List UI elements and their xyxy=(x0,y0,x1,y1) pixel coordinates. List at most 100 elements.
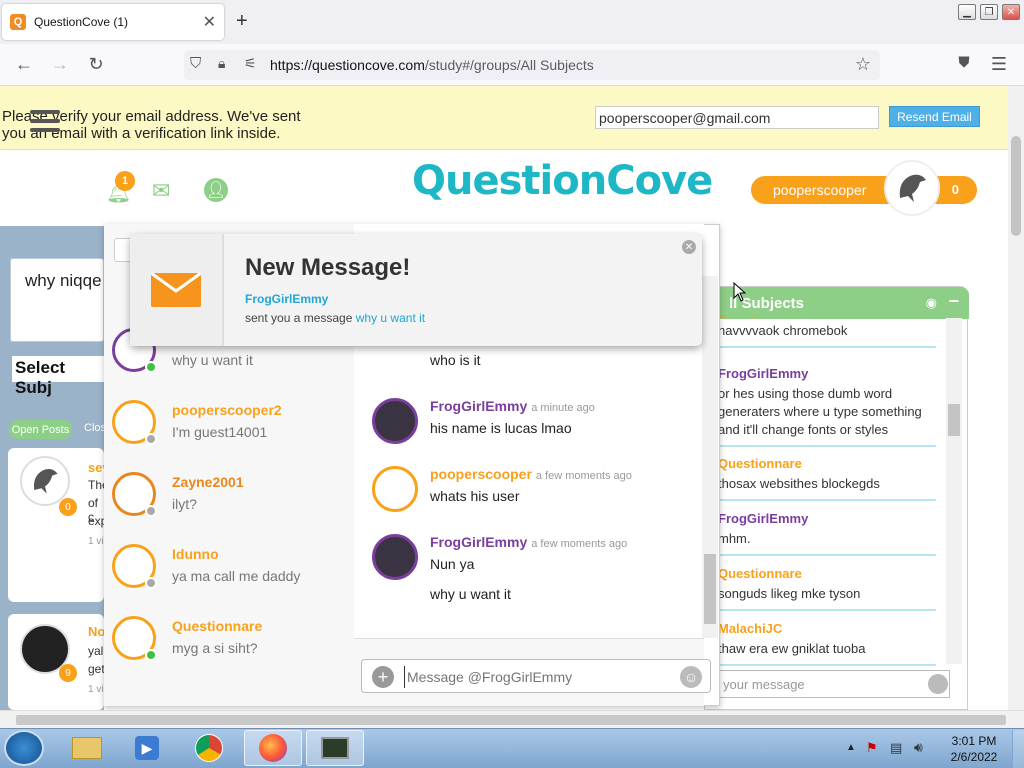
conversation-item[interactable]: Questionnare myg a si siht? xyxy=(112,616,352,682)
emoji-icon[interactable] xyxy=(928,674,948,694)
user-avatar[interactable] xyxy=(884,160,940,216)
verify-email-banner: Please verify your email address. We've … xyxy=(0,86,1008,150)
open-posts-tab[interactable]: Open Posts xyxy=(9,420,72,439)
conversation-preview: why u want it xyxy=(172,352,253,368)
post-line: yal xyxy=(88,644,104,658)
subject-chat-author[interactable]: Questionnare xyxy=(718,312,936,318)
minimize-panel-icon[interactable]: − xyxy=(948,291,959,312)
message-avatar xyxy=(372,466,418,512)
post-card[interactable]: 0 sev The of c exp 1 vi xyxy=(8,448,110,602)
close-notification-icon[interactable]: ✕ xyxy=(682,240,696,254)
message-text: why u want it xyxy=(430,586,511,602)
emoji-icon[interactable]: ☺ xyxy=(680,666,702,688)
page-scrollbar[interactable] xyxy=(1008,86,1024,710)
message-author[interactable]: pooperscooper a few moments ago xyxy=(430,466,632,482)
back-icon[interactable]: ← xyxy=(13,54,35,75)
message-avatar xyxy=(372,534,418,580)
volume-icon[interactable]: 🔊︎ xyxy=(914,739,923,756)
email-field[interactable] xyxy=(595,106,879,129)
subject-chat-author[interactable]: Questionnare xyxy=(718,456,936,471)
closed-posts-tab[interactable]: Clos xyxy=(84,422,106,434)
remote-app-icon[interactable] xyxy=(306,730,364,766)
post-meta: 1 vi xyxy=(88,684,104,695)
message-author[interactable]: FrogGirlEmmy a minute ago xyxy=(430,398,595,414)
network-icon[interactable]: ▤ xyxy=(890,740,902,756)
subjects-scrollbar[interactable] xyxy=(946,318,962,664)
subject-chat-item: FrogGirlEmmy or hes using those dumb word… xyxy=(718,366,936,447)
action-center-icon[interactable]: ⚑ xyxy=(866,740,878,756)
subject-chat-author[interactable]: MalachiJC xyxy=(718,621,936,636)
chrome-icon[interactable] xyxy=(180,730,238,766)
reload-icon[interactable]: ↻ xyxy=(85,54,107,75)
post-line: get xyxy=(88,662,105,676)
start-button[interactable] xyxy=(4,730,44,766)
chat-scrollbar[interactable] xyxy=(702,276,718,638)
url-host: https://questioncove.com xyxy=(270,57,425,73)
bookmark-star-icon[interactable]: ☆ xyxy=(852,54,874,75)
conversation-item[interactable]: pooperscooper2 I'm guest14001 xyxy=(112,400,352,466)
subject-chat-item: Questionnare songuds likeg mke tyson xyxy=(718,566,936,611)
show-hidden-icons-icon[interactable]: ▲ xyxy=(846,742,856,753)
close-window-button[interactable]: ✕ xyxy=(1002,4,1020,20)
show-desktop-button[interactable] xyxy=(1012,730,1024,768)
hide-eye-icon[interactable]: ◉ xyxy=(926,295,937,311)
attach-plus-icon[interactable]: + xyxy=(372,666,394,688)
select-subject-dropdown[interactable]: Select Subj xyxy=(12,356,104,397)
maximize-button[interactable]: ❐ xyxy=(980,4,998,20)
user-pill[interactable]: pooperscooper 0 xyxy=(751,176,977,204)
question-text: why niqqe xyxy=(25,271,102,290)
minimize-button[interactable]: ▁ xyxy=(958,4,976,20)
subjects-message-input[interactable]: your message xyxy=(712,670,950,698)
profile-icon[interactable]: 👤︎ xyxy=(204,178,228,202)
post-author: No xyxy=(88,624,106,639)
resend-email-button[interactable]: Resend Email xyxy=(889,106,980,127)
forward-icon[interactable]: → xyxy=(49,54,71,75)
message-author[interactable]: FrogGirlEmmy a few moments ago xyxy=(430,534,627,550)
new-tab-button[interactable]: + xyxy=(236,10,248,33)
firefox-icon[interactable] xyxy=(244,730,302,766)
message-time: a few moments ago xyxy=(535,470,632,482)
hamburger-menu-icon[interactable] xyxy=(30,110,60,137)
horizontal-scrollbar[interactable] xyxy=(0,710,1024,728)
subject-chat-author[interactable]: FrogGirlEmmy xyxy=(718,366,936,381)
notification-message-link[interactable]: why u want it xyxy=(356,311,425,325)
message-time: a minute ago xyxy=(531,402,595,414)
browser-tab[interactable]: Q QuestionCove (1) ✕ xyxy=(2,4,224,40)
lock-icon[interactable]: 🔒︎ xyxy=(218,55,225,72)
envelope-icon xyxy=(150,271,202,307)
subject-chat-author[interactable]: FrogGirlEmmy xyxy=(718,511,936,526)
subject-chat-author[interactable]: Questionnare xyxy=(718,566,936,581)
notification-sender[interactable]: FrogGirlEmmy xyxy=(245,292,328,306)
message-composer[interactable]: + ☺ xyxy=(361,659,711,693)
permissions-icon[interactable]: ⚟ xyxy=(244,55,257,72)
close-tab-icon[interactable]: ✕ xyxy=(203,12,216,32)
message-text: who is it xyxy=(430,352,481,368)
conversation-name: Questionnare xyxy=(172,618,263,634)
taskbar-clock[interactable]: 3:01 PM 2/6/2022 xyxy=(944,733,1004,765)
file-explorer-icon[interactable] xyxy=(58,730,116,766)
conversation-item[interactable]: Idunno ya ma call me daddy xyxy=(112,544,352,610)
new-message-notification[interactable]: New Message! FrogGirlEmmy sent you a mes… xyxy=(130,234,702,346)
status-dot xyxy=(145,577,157,589)
conversation-preview: I'm guest14001 xyxy=(172,424,268,440)
message-text: Nun ya xyxy=(430,556,475,572)
message-input[interactable] xyxy=(404,666,674,688)
shield-icon[interactable]: ⛉ xyxy=(190,55,201,72)
clock-time: 3:01 PM xyxy=(951,734,997,748)
site-favicon-icon: Q xyxy=(10,14,26,30)
conversation-item[interactable]: Zayne2001 ilyt? xyxy=(112,472,352,538)
site-logo[interactable]: QuestionCove xyxy=(412,158,713,204)
menu-icon[interactable]: ☰ xyxy=(988,54,1010,75)
media-player-icon[interactable]: ▶ xyxy=(118,730,176,766)
message-avatar xyxy=(372,398,418,444)
mail-icon[interactable]: ✉ xyxy=(152,178,170,204)
pocket-icon[interactable]: ⛊ xyxy=(953,54,975,71)
clock-date: 2/6/2022 xyxy=(950,750,998,764)
notification-title: New Message! xyxy=(245,254,411,281)
post-card[interactable]: 9 No yal get 1 vi xyxy=(8,614,106,710)
subject-chat-item: Questionnare thosax websithes blockegds xyxy=(718,456,936,501)
url-bar[interactable]: ⛉ 🔒︎ ⚟ https://questioncove.com/study#/g… xyxy=(184,50,880,80)
post-badge: 0 xyxy=(59,498,77,516)
subject-chat-text: thosax websithes blockegds xyxy=(718,476,880,491)
question-card[interactable]: why niqqe xyxy=(10,258,104,342)
